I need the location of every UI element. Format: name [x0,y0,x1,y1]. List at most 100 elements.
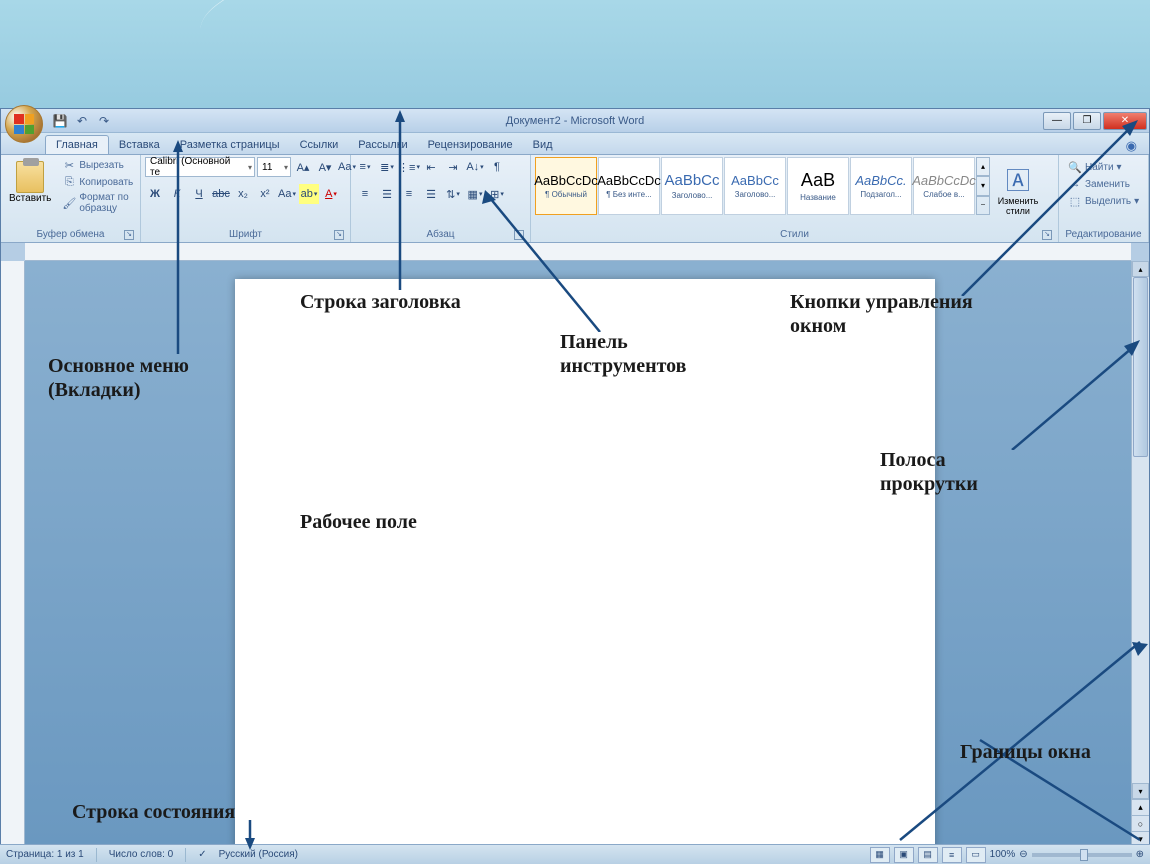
align-center-button[interactable]: ☰ [377,184,397,204]
group-styles: AaBbCcDc¶ Обычный AaBbCcDc¶ Без инте... … [531,155,1059,242]
paste-button[interactable]: Вставить [5,157,55,208]
scroll-track[interactable] [1132,277,1149,783]
multilevel-button[interactable]: ⋮≡ [399,157,419,177]
strike-button[interactable]: abc [211,184,231,204]
zoom-in-button[interactable]: ⊕ [1136,849,1144,860]
undo-button[interactable]: ↶ [73,112,91,130]
document-page[interactable] [235,279,935,847]
font-launcher[interactable]: ↘ [334,230,344,240]
superscript-button[interactable]: x² [255,184,275,204]
zoom-thumb[interactable] [1080,849,1088,861]
change-styles-button[interactable]: 🄰 Изменить стили [994,157,1042,220]
document-viewport[interactable] [25,261,1131,847]
browse-object-button[interactable]: ○ [1132,815,1149,831]
office-logo-icon [14,114,34,134]
close-button[interactable]: ✕ [1103,112,1147,130]
sort-button[interactable]: A↓ [465,157,485,177]
shading-button[interactable]: ▦ [465,184,485,204]
select-button[interactable]: ⬚Выделить ▾ [1065,193,1142,209]
style-heading1[interactable]: AaBbCcЗаголово... [661,157,723,215]
grow-font-button[interactable]: A▴ [293,157,313,177]
bullets-button[interactable]: ≡ [355,157,375,177]
tab-home[interactable]: Главная [45,135,109,154]
tab-insert[interactable]: Вставка [109,136,170,154]
indent-dec-button[interactable]: ⇤ [421,157,441,177]
style-normal[interactable]: AaBbCcDc¶ Обычный [535,157,597,215]
status-page[interactable]: Страница: 1 из 1 [6,849,84,860]
style-title[interactable]: АаВНазвание [787,157,849,215]
draft-view[interactable]: ▭ [966,847,986,863]
borders-button[interactable]: ⊞ [487,184,507,204]
style-heading2[interactable]: AaBbCcЗаголово... [724,157,786,215]
vertical-ruler[interactable] [1,261,25,847]
align-left-button[interactable]: ≡ [355,184,375,204]
group-font: Calibri (Основной те 11 A▴ A▾ Aa Ж К Ч a… [141,155,351,242]
tab-review[interactable]: Рецензирование [418,136,523,154]
gallery-more[interactable]: ⎯ [976,196,990,215]
style-subtitle[interactable]: AaBbCc.Подзагол... [850,157,912,215]
font-color-button[interactable]: A [321,184,341,204]
full-screen-view[interactable]: ▣ [894,847,914,863]
highlight-button[interactable]: ab [299,184,319,204]
status-words[interactable]: Число слов: 0 [109,849,173,860]
redo-button[interactable]: ↷ [95,112,113,130]
gallery-up[interactable]: ▴ [976,157,990,176]
numbering-button[interactable]: ≣ [377,157,397,177]
group-editing: 🔍Найти ▾ ↔Заменить ⬚Выделить ▾ Редактиро… [1059,155,1149,242]
justify-button[interactable]: ☰ [421,184,441,204]
scroll-down-button[interactable]: ▾ [1132,783,1149,799]
status-language[interactable]: Русский (Россия) [219,849,298,860]
group-label-styles: Стили↘ [535,227,1054,242]
horizontal-ruler[interactable] [25,243,1131,261]
group-paragraph: ≡ ≣ ⋮≡ ⇤ ⇥ A↓ ¶ ≡ ☰ ≡ ☰ ⇅ ▦ ⊞ [351,155,531,242]
cut-button[interactable]: ✂Вырезать [59,157,136,173]
scroll-thumb[interactable] [1133,277,1148,457]
zoom-slider[interactable] [1032,853,1132,857]
ribbon: Вставить ✂Вырезать ⎘Копировать 🖌Формат п… [1,155,1149,243]
gallery-scroll: ▴ ▾ ⎯ [976,157,990,215]
group-label-font: Шрифт↘ [145,227,346,242]
clipboard-launcher[interactable]: ↘ [124,230,134,240]
font-size-combo[interactable]: 11 [257,157,291,177]
office-button[interactable] [5,105,43,143]
subscript-button[interactable]: x₂ [233,184,253,204]
find-button[interactable]: 🔍Найти ▾ [1065,159,1142,175]
underline-button[interactable]: Ч [189,184,209,204]
show-marks-button[interactable]: ¶ [487,157,507,177]
outline-view[interactable]: ≡ [942,847,962,863]
minimize-button[interactable]: — [1043,112,1071,130]
align-right-button[interactable]: ≡ [399,184,419,204]
prev-page-button[interactable]: ▴ [1132,799,1149,815]
copy-button[interactable]: ⎘Копировать [59,174,136,190]
font-family-combo[interactable]: Calibri (Основной те [145,157,255,177]
change-case-button[interactable]: Aa [277,184,297,204]
bold-button[interactable]: Ж [145,184,165,204]
tab-view[interactable]: Вид [523,136,563,154]
format-painter-button[interactable]: 🖌Формат по образцу [59,191,136,215]
zoom-out-button[interactable]: ⊖ [1019,849,1027,860]
tab-mailings[interactable]: Рассылки [348,136,417,154]
web-layout-view[interactable]: ▤ [918,847,938,863]
help-icon[interactable]: ◉ [1126,138,1137,154]
line-spacing-button[interactable]: ⇅ [443,184,463,204]
title-bar[interactable]: 💾 ↶ ↷ Документ2 - Microsoft Word — ❐ ✕ [1,109,1149,133]
group-label-editing: Редактирование [1063,227,1144,242]
replace-button[interactable]: ↔Заменить [1065,176,1142,192]
indent-inc-button[interactable]: ⇥ [443,157,463,177]
print-layout-view[interactable]: ▦ [870,847,890,863]
style-subtle[interactable]: AaBbCcDcСлабое в... [913,157,975,215]
proofing-icon[interactable]: ✓ [198,849,206,860]
document-area: ▴ ▾ ▴ ○ ▾ [1,261,1149,847]
shrink-font-button[interactable]: A▾ [315,157,335,177]
maximize-button[interactable]: ❐ [1073,112,1101,130]
tab-references[interactable]: Ссылки [290,136,349,154]
scroll-up-button[interactable]: ▴ [1132,261,1149,277]
save-button[interactable]: 💾 [51,112,69,130]
italic-button[interactable]: К [167,184,187,204]
gallery-down[interactable]: ▾ [976,176,990,195]
tab-layout[interactable]: Разметка страницы [170,136,290,154]
style-no-spacing[interactable]: AaBbCcDc¶ Без инте... [598,157,660,215]
zoom-label[interactable]: 100% [990,849,1016,860]
paragraph-launcher[interactable]: ↘ [514,230,524,240]
styles-launcher[interactable]: ↘ [1042,230,1052,240]
